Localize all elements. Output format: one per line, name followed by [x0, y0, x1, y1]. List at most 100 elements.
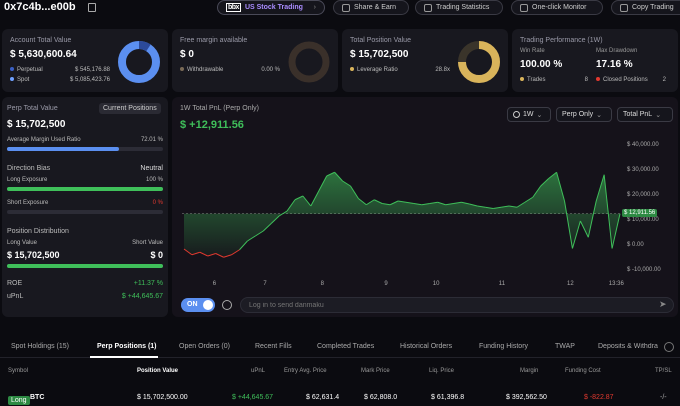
- tab-deposits-withdrawals[interactable]: Deposits & Withdra: [598, 343, 660, 350]
- trades-label: Trades: [527, 77, 546, 83]
- trades-row: Trades 8: [520, 77, 588, 83]
- tab-perp-positions[interactable]: Perp Positions (1): [97, 343, 157, 350]
- distribution-fill: [7, 264, 163, 268]
- x-tick-label: 13:36: [608, 281, 624, 287]
- avg-margin-row: Average Margin Used Ratio 72.01 %: [7, 137, 163, 143]
- leverage-value: 28.8x: [435, 67, 450, 73]
- th-margin[interactable]: Margin: [520, 368, 538, 374]
- short-exposure-row: Short Exposure 0 %: [7, 200, 163, 206]
- th-funding-cost[interactable]: Funding Cost: [565, 368, 601, 374]
- roe-row: ROE +11.37 %: [7, 280, 163, 287]
- account-total-label: Account Total Value: [10, 37, 72, 44]
- chevron-right-icon: ›: [313, 4, 316, 11]
- tab-funding-history[interactable]: Funding History: [479, 343, 528, 350]
- bbx-logo-icon: bbx: [226, 3, 241, 12]
- long-value-label: Long Value: [7, 240, 37, 246]
- us-stock-trading-button[interactable]: bbx US Stock Trading ›: [217, 0, 325, 15]
- current-value-tag: $ 12,911.56: [622, 208, 658, 217]
- x-tick-label: 10: [432, 281, 440, 287]
- danmaku-toggle[interactable]: ON: [181, 298, 215, 312]
- tab-historical-orders[interactable]: Historical Orders: [400, 343, 452, 350]
- y-tick-label: $ 40,000.00: [627, 142, 659, 148]
- us-stock-label: US Stock Trading: [244, 4, 303, 11]
- y-tick-label: $ 10,000.00: [627, 217, 659, 223]
- one-click-monitor-button[interactable]: One-click Monitor: [511, 0, 603, 15]
- perpetual-row: Perpetual $ 545,176.88: [10, 67, 110, 73]
- long-exposure-row: Long Exposure 100 %: [7, 177, 163, 183]
- direction-value: Neutral: [140, 165, 163, 172]
- position-donut: [458, 41, 500, 83]
- total-position-value: $ 15,702,500: [350, 49, 409, 60]
- withdrawable-dot-icon: [180, 67, 184, 72]
- chevron-down-icon: ⌄: [536, 111, 543, 119]
- chart-pnl-value: $ +12,911.56: [180, 119, 244, 131]
- th-mark-price[interactable]: Mark Price: [361, 368, 390, 374]
- filter-dropdown[interactable]: Perp Only ⌄: [556, 107, 612, 122]
- performance-label: Trading Performance (1W): [520, 37, 603, 44]
- copy-trading-button[interactable]: Copy Trading: [611, 0, 680, 15]
- leverage-row: Leverage Ratio 28.8x: [350, 67, 450, 73]
- mark-cell: $ 62,808.0: [364, 394, 398, 401]
- th-upnl[interactable]: uPnL: [251, 368, 265, 374]
- upnl-value: $ +44,645.67: [121, 293, 163, 300]
- tab-completed-trades[interactable]: Completed Trades: [317, 343, 374, 350]
- total-position-label: Total Position Value: [350, 37, 411, 44]
- tabs-scroll-handle[interactable]: [664, 342, 674, 352]
- metric-dropdown[interactable]: Total PnL ⌄: [617, 107, 673, 122]
- margin-cell: $ 392,562.50: [506, 394, 547, 401]
- closed-positions-label: Closed Positions: [603, 77, 648, 83]
- entry-cell: $ 62,631.4: [306, 394, 340, 401]
- th-liq-price[interactable]: Liq. Price: [429, 368, 454, 374]
- long-exposure-label: Long Exposure: [7, 177, 48, 183]
- bottom-tabs: Spot Holdings (15) Perp Positions (1) Op…: [0, 336, 680, 358]
- th-position-value[interactable]: Position Value: [137, 368, 178, 374]
- perpetual-dot-icon: [10, 67, 14, 72]
- upnl-row: uPnL $ +44,645.67: [7, 293, 163, 300]
- current-positions-button[interactable]: Current Positions: [99, 103, 161, 114]
- perp-total-value: $ 15,702,500: [7, 119, 66, 130]
- chevron-down-icon: ⌄: [596, 111, 602, 119]
- avg-margin-bar: [7, 147, 163, 151]
- stats-label: Trading Statistics: [436, 4, 490, 11]
- toggle-label: ON: [187, 301, 198, 308]
- spot-value: $ 5,085,423.76: [69, 77, 110, 83]
- tab-open-orders[interactable]: Open Orders (0): [179, 343, 230, 350]
- settings-icon[interactable]: [222, 300, 232, 310]
- tab-recent-fills[interactable]: Recent Fills: [255, 343, 292, 350]
- y-tick-label: $ 20,000.00: [627, 192, 659, 198]
- x-tick-label: 6: [212, 281, 217, 287]
- position-distribution-label: Position Distribution: [7, 228, 69, 235]
- th-entry-price[interactable]: Entry Avg. Price: [284, 368, 327, 374]
- tab-twap[interactable]: TWAP: [555, 343, 575, 350]
- chevron-down-icon: ⌄: [655, 111, 662, 119]
- withdrawable-row: Withdrawable 0.00 %: [180, 67, 280, 73]
- long-value: $ 15,702,500: [7, 250, 60, 260]
- max-drawdown-value: 17.16 %: [596, 59, 633, 70]
- trading-statistics-button[interactable]: Trading Statistics: [415, 0, 503, 15]
- tpsl-cell: -/-: [660, 394, 667, 401]
- danmaku-input[interactable]: [240, 297, 674, 313]
- share-label: Share & Earn: [354, 4, 397, 11]
- spot-row: Spot $ 5,085,423.76: [10, 77, 110, 83]
- range-dropdown[interactable]: 1W ⌄: [507, 107, 551, 122]
- short-exposure-value: 0 %: [152, 200, 163, 206]
- max-drawdown-label: Max Drawdown: [596, 48, 638, 54]
- y-tick-label: $ -10,000.00: [627, 267, 661, 273]
- share-earn-button[interactable]: Share & Earn: [333, 0, 409, 15]
- short-value-label: Short Value: [132, 240, 163, 246]
- account-total-card: Account Total Value $ 5,630,600.64 Perpe…: [2, 29, 168, 92]
- margin-donut: [288, 41, 330, 83]
- short-exposure-bar: [7, 210, 163, 214]
- share-icon: [342, 3, 350, 12]
- send-icon[interactable]: ➤: [659, 299, 667, 310]
- th-tpsl[interactable]: TP/SL: [655, 368, 672, 374]
- monitor-label: One-click Monitor: [532, 4, 587, 11]
- copy-icon[interactable]: [88, 3, 96, 12]
- copy-trading-label: Copy Trading: [632, 4, 674, 11]
- tab-spot-holdings[interactable]: Spot Holdings (15): [11, 343, 69, 350]
- th-symbol[interactable]: Symbol: [8, 368, 28, 374]
- y-tick-label: $ 30,000.00: [627, 167, 659, 173]
- symbol-cell: BTC: [30, 394, 45, 401]
- closed-dot-icon: [596, 77, 600, 82]
- withdrawable-label: Withdrawable: [187, 67, 224, 73]
